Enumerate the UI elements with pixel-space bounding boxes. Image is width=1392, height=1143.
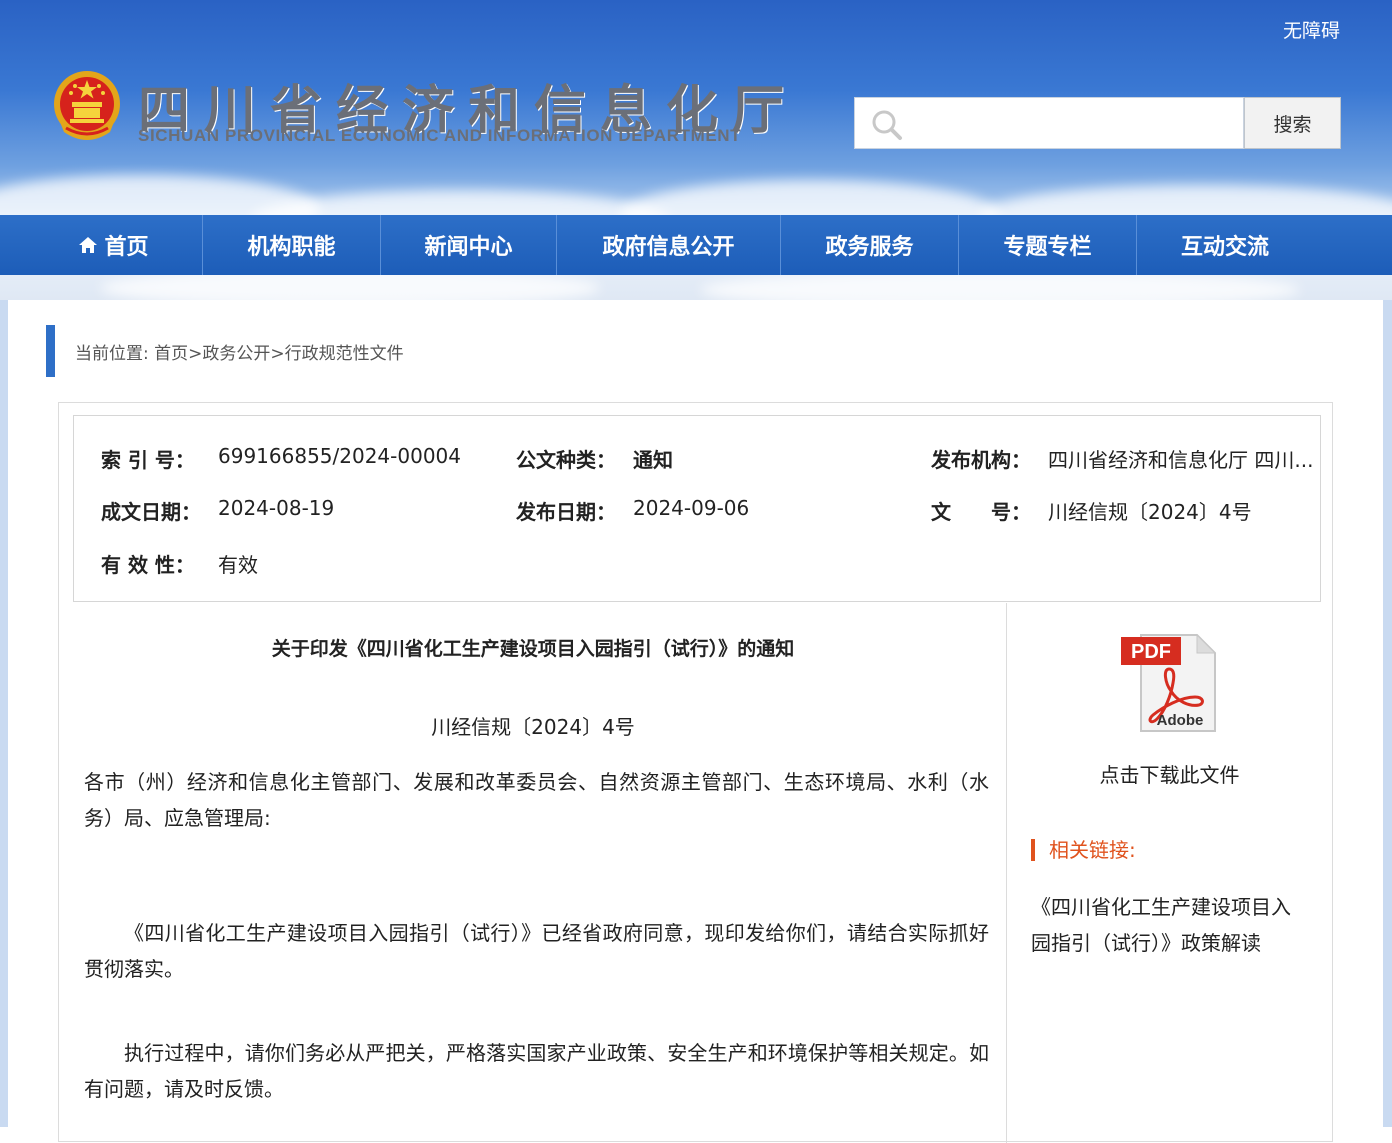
article-doc-number: 川经信规〔2024〕4号 (431, 715, 635, 739)
download-file-link[interactable]: 点击下载此文件 (1007, 759, 1332, 788)
doc-type-value: 通知 (633, 448, 673, 472)
search-icon (872, 110, 902, 140)
doc-number-label: 文 号： (931, 500, 1031, 524)
pdf-brand-text: Adobe (1157, 712, 1204, 729)
created-date-value: 2024-08-19 (218, 496, 335, 520)
related-link-item[interactable]: 《四川省化工生产建设项目入园指引（试行）》政策解读 (1031, 889, 1301, 961)
page-side-decoration (1383, 300, 1392, 1127)
article-title: 关于印发《四川省化工生产建设项目入园指引（试行）》的通知 (271, 638, 795, 660)
article-paragraph: 执行过程中，请你们务必从严把关，严格落实国家产业政策、安全生产和环境保护等相关规… (84, 1041, 989, 1101)
breadcrumb-text[interactable]: 当前位置: 首页>政务公开>行政规范性文件 (75, 339, 404, 364)
main-content: 当前位置: 首页>政务公开>行政规范性文件 索 引 号： 699166855/2… (8, 300, 1383, 1143)
article-addressee: 各市（州）经济和信息化主管部门、发展和改革委员会、自然资源主管部门、生态环境局、… (84, 770, 989, 830)
created-date-label: 成文日期： (101, 500, 201, 524)
main-nav: 首页 机构职能 新闻中心 政府信息公开 政务服务 专题专栏 互动交流 (0, 215, 1392, 275)
page-side-decoration (0, 300, 8, 1127)
nav-item-home[interactable]: 首页 (25, 215, 203, 275)
home-icon (79, 237, 98, 253)
validity-value: 有效 (218, 553, 258, 577)
pdf-file-icon[interactable]: PDF Adobe (1119, 631, 1219, 735)
article-body: 关于印发《四川省化工生产建设项目入园指引（试行）》的通知 川经信规〔2024〕4… (59, 603, 1007, 1143)
document-panel: 索 引 号： 699166855/2024-00004 公文种类： 通知 发布机… (58, 402, 1333, 1143)
doc-number-value: 川经信规〔2024〕4号 (1048, 500, 1252, 524)
search-field[interactable] (854, 97, 1244, 149)
article-paragraph: 《四川省化工生产建设项目入园指引（试行）》已经省政府同意，现印发给你们，请结合实… (84, 921, 989, 981)
nav-item-services[interactable]: 政务服务 (781, 215, 959, 275)
accessibility-link[interactable]: 无障碍 (1283, 16, 1340, 43)
nav-item-label: 新闻中心 (424, 235, 513, 260)
national-emblem-icon (54, 71, 120, 140)
pdf-badge-text: PDF (1131, 641, 1171, 663)
index-label: 索 引 号： (101, 448, 195, 472)
nav-item-label: 政务服务 (825, 235, 914, 260)
nav-item-label: 互动交流 (1180, 235, 1269, 260)
nav-item-label: 首页 (104, 235, 149, 260)
index-value: 699166855/2024-00004 (218, 444, 461, 468)
document-metadata: 索 引 号： 699166855/2024-00004 公文种类： 通知 发布机… (73, 415, 1321, 602)
publisher-label: 发布机构： (931, 448, 1031, 472)
search-input[interactable] (911, 106, 1235, 142)
site-subtitle: SICHUAN PROVINCIAL ECONOMIC AND INFORMAT… (138, 126, 742, 145)
nav-item-label: 专题专栏 (1003, 235, 1092, 260)
publisher-value: 四川省经济和信息化厅 四川... (1048, 448, 1314, 472)
nav-item-functions[interactable]: 机构职能 (203, 215, 381, 275)
related-links-heading: 相关链接: (1031, 839, 1136, 861)
published-date-value: 2024-09-06 (633, 496, 750, 520)
breadcrumb: 当前位置: 首页>政务公开>行政规范性文件 (46, 325, 404, 377)
nav-item-label: 机构职能 (247, 235, 336, 260)
validity-label: 有 效 性： (101, 553, 195, 577)
article-sidebar: PDF Adobe 点击下载此文件 相关链接: 《四川省化工生产建设项目入园指引… (1007, 603, 1332, 1143)
search-button[interactable]: 搜索 (1244, 97, 1341, 149)
doc-type-label: 公文种类： (516, 448, 616, 472)
nav-item-gov-info[interactable]: 政府信息公开 (557, 215, 781, 275)
nav-item-label: 政府信息公开 (602, 235, 735, 260)
published-date-label: 发布日期： (516, 500, 616, 524)
nav-item-interaction[interactable]: 互动交流 (1137, 215, 1313, 275)
nav-item-news[interactable]: 新闻中心 (381, 215, 557, 275)
nav-item-topics[interactable]: 专题专栏 (959, 215, 1137, 275)
